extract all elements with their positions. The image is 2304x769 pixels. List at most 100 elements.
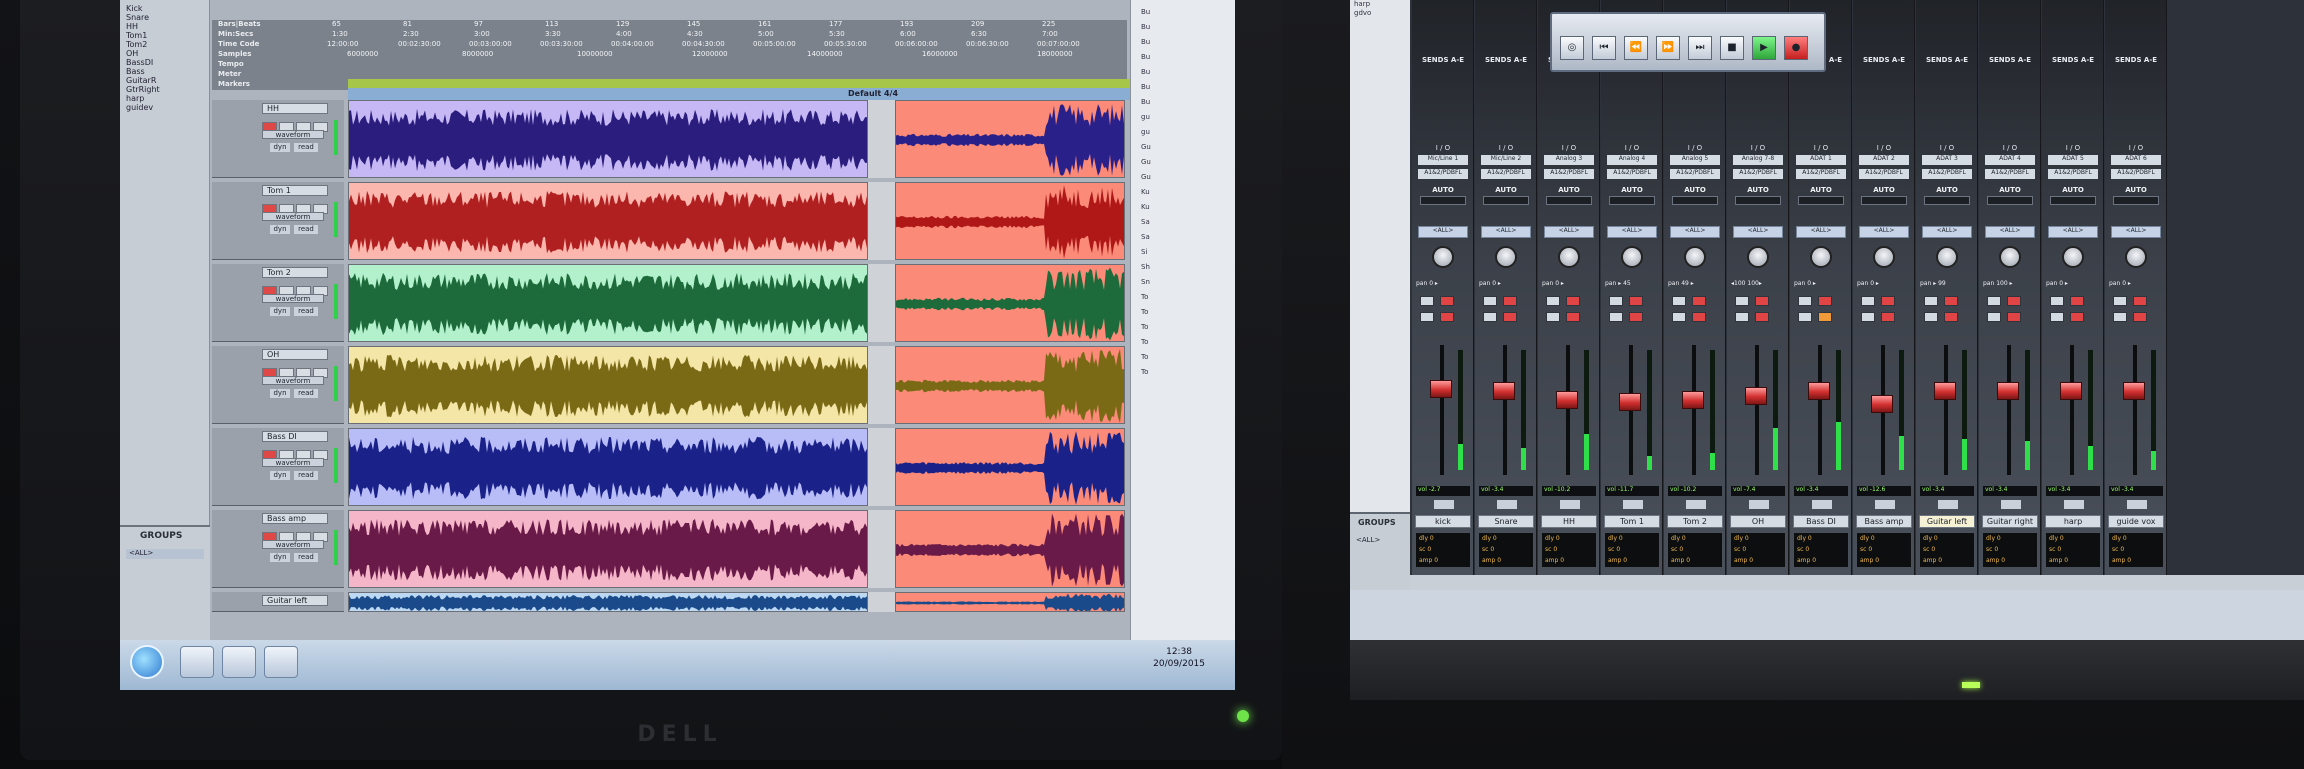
solo-button[interactable] (1420, 312, 1434, 322)
fast-forward-button[interactable]: ⏩ (1656, 36, 1680, 60)
volume-fader[interactable] (1493, 382, 1515, 400)
solo-button[interactable] (1609, 312, 1623, 322)
output-selector[interactable]: A1&2/PDBFL (1985, 169, 2035, 179)
dyn-button[interactable] (2064, 500, 2084, 509)
input-monitor-button[interactable] (2113, 296, 2127, 306)
record-arm-button[interactable] (1755, 296, 1769, 306)
track-name[interactable]: Tom 1 (262, 185, 328, 196)
stop-button[interactable]: ■ (1720, 36, 1744, 60)
record-arm-button[interactable] (1629, 296, 1643, 306)
dyn-button[interactable] (1623, 500, 1643, 509)
solo-button[interactable] (1924, 312, 1938, 322)
mute-button[interactable] (2007, 312, 2021, 322)
track-automation-mode[interactable]: read (294, 389, 318, 398)
mute-button[interactable] (1692, 312, 1706, 322)
automation-mode-selector[interactable] (1483, 196, 1529, 205)
pan-knob-icon[interactable] (1936, 246, 1958, 268)
track-automation-mode[interactable]: read (294, 307, 318, 316)
output-selector[interactable]: A1&2/PDBFL (1922, 169, 1972, 179)
audio-clip[interactable] (348, 264, 868, 342)
channel-name[interactable]: Bass amp (1856, 515, 1912, 528)
audio-clip[interactable] (895, 264, 1125, 342)
mix-track-list-item[interactable]: harp (1354, 0, 1371, 9)
track-name[interactable]: Guitar left (262, 595, 328, 606)
browser-item[interactable]: Bu (1141, 38, 1150, 46)
pan-knob-icon[interactable] (1432, 246, 1454, 268)
browser-item[interactable]: To (1141, 323, 1148, 331)
browser-item[interactable]: Ku (1141, 203, 1150, 211)
pan-knob-icon[interactable] (1495, 246, 1517, 268)
mute-button[interactable] (1944, 312, 1958, 322)
audio-clip[interactable] (895, 592, 1125, 612)
group-selector[interactable]: <ALL> (1796, 226, 1846, 238)
browser-item[interactable]: Gu (1141, 143, 1151, 151)
dyn-button[interactable] (2127, 500, 2147, 509)
mix-track-list-item[interactable]: gdvo (1354, 9, 1371, 18)
record-arm-button[interactable] (2133, 296, 2147, 306)
track-strip[interactable]: Guitar left (212, 592, 344, 612)
audio-clip[interactable] (348, 592, 868, 612)
protools-taskbar-icon[interactable] (264, 646, 298, 678)
explorer-icon[interactable] (180, 646, 214, 678)
browser-item[interactable]: To (1141, 368, 1148, 376)
online-button[interactable]: ◎ (1560, 36, 1584, 60)
automation-mode-selector[interactable] (1861, 196, 1907, 205)
track-automation-mode[interactable]: read (294, 225, 318, 234)
dyn-button[interactable] (1938, 500, 1958, 509)
input-monitor-button[interactable] (1735, 296, 1749, 306)
input-monitor-button[interactable] (1546, 296, 1560, 306)
track-automation-mode[interactable]: read (294, 553, 318, 562)
browser-item[interactable]: To (1141, 308, 1148, 316)
input-selector[interactable]: ADAT 4 (1985, 155, 2035, 165)
group-selector[interactable]: <ALL> (1733, 226, 1783, 238)
browser-item[interactable]: Sa (1141, 218, 1150, 226)
input-monitor-button[interactable] (1924, 296, 1938, 306)
mute-button[interactable] (2133, 312, 2147, 322)
browser-item[interactable]: Bu (1141, 98, 1150, 106)
input-monitor-button[interactable] (2050, 296, 2064, 306)
mute-button[interactable] (1629, 312, 1643, 322)
pan-knob-icon[interactable] (2062, 246, 2084, 268)
mute-button[interactable] (1440, 312, 1454, 322)
solo-button[interactable] (2113, 312, 2127, 322)
track-dyn-button[interactable]: dyn (270, 553, 290, 562)
channel-name[interactable]: HH (1541, 515, 1597, 528)
record-arm-button[interactable] (1692, 296, 1706, 306)
play-button[interactable]: ▶ (1752, 36, 1776, 60)
dyn-button[interactable] (1434, 500, 1454, 509)
mute-button[interactable] (1881, 312, 1895, 322)
browser-item[interactable]: To (1141, 353, 1148, 361)
channel-name[interactable]: Tom 2 (1667, 515, 1723, 528)
channel-name[interactable]: kick (1415, 515, 1471, 528)
pan-knob-icon[interactable] (1747, 246, 1769, 268)
dyn-button[interactable] (1749, 500, 1769, 509)
groups-all-item[interactable]: <ALL> (126, 549, 204, 559)
track-strip[interactable]: Bass amp waveform dyn read (212, 510, 344, 588)
input-monitor-button[interactable] (1987, 296, 2001, 306)
mute-button[interactable] (1755, 312, 1769, 322)
track-view-selector[interactable]: waveform (262, 458, 324, 467)
dyn-button[interactable] (1686, 500, 1706, 509)
mix-groups-all[interactable]: <ALL> (1356, 536, 1380, 544)
volume-fader[interactable] (1745, 387, 1767, 405)
volume-fader[interactable] (1619, 393, 1641, 411)
track-view-selector[interactable]: waveform (262, 294, 324, 303)
track-dyn-button[interactable]: dyn (270, 471, 290, 480)
input-monitor-button[interactable] (1798, 296, 1812, 306)
output-selector[interactable]: A1&2/PDBFL (1796, 169, 1846, 179)
system-clock[interactable]: 12:38 20/09/2015 (1153, 646, 1205, 670)
audio-clip[interactable] (895, 100, 1125, 178)
mute-button[interactable] (1503, 312, 1517, 322)
mute-button[interactable] (1566, 312, 1580, 322)
pan-knob-icon[interactable] (1999, 246, 2021, 268)
dyn-button[interactable] (1497, 500, 1517, 509)
volume-fader[interactable] (2060, 382, 2082, 400)
channel-name[interactable]: Tom 1 (1604, 515, 1660, 528)
input-monitor-button[interactable] (1420, 296, 1434, 306)
audio-clip[interactable] (348, 428, 868, 506)
volume-fader[interactable] (1871, 395, 1893, 413)
pan-knob-icon[interactable] (1684, 246, 1706, 268)
solo-button[interactable] (1546, 312, 1560, 322)
output-selector[interactable]: A1&2/PDBFL (1859, 169, 1909, 179)
channel-name[interactable]: Guitar left (1919, 515, 1975, 528)
